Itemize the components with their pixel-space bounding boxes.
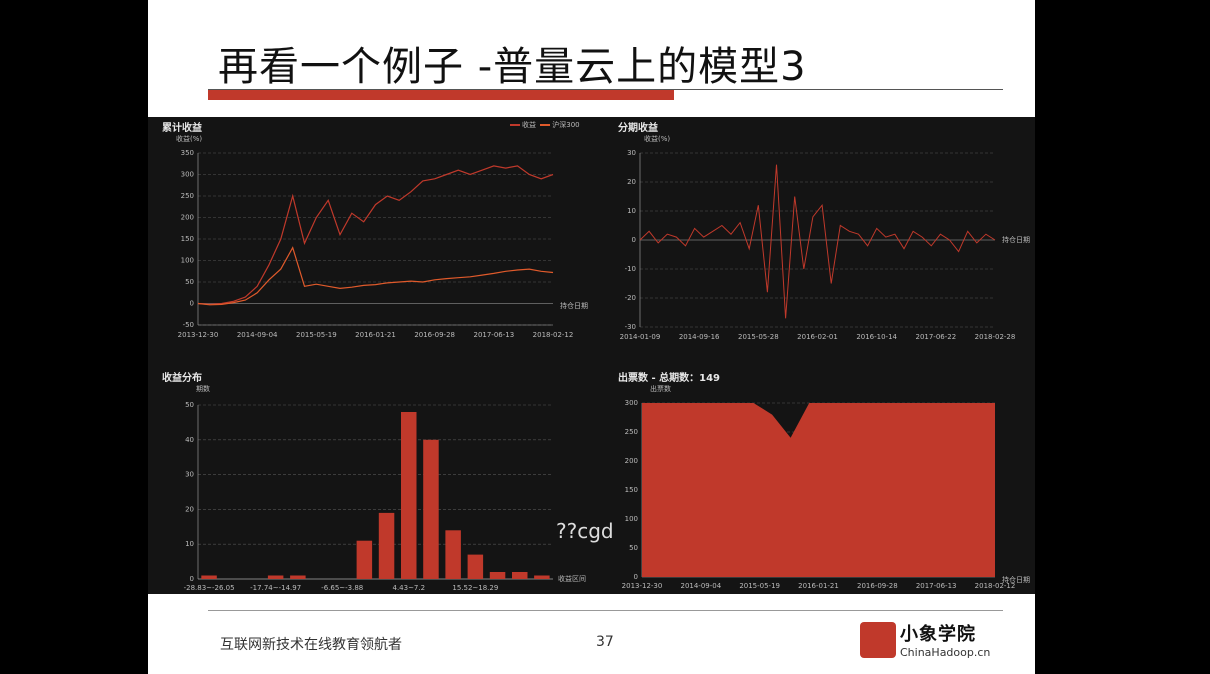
x-tick-label: 2013-12-30: [178, 331, 219, 339]
y-tick-label: 150: [181, 235, 194, 243]
y-tick-label: 0: [632, 236, 636, 244]
bar: [290, 575, 306, 579]
x-tick-label: -17.74~-14.97: [250, 584, 301, 592]
x-tick-label: 2015-05-28: [738, 333, 779, 341]
y-tick-label: -10: [625, 265, 636, 273]
page-number: 37: [596, 634, 614, 650]
x-tick-label: 2015-05-19: [739, 582, 780, 590]
logo-text-en: ChinaHadoop.cn: [900, 646, 991, 659]
y-tick-label: 40: [185, 436, 194, 444]
logo: 小象学院 ChinaHadoop.cn: [860, 620, 1000, 664]
y-tick-label: 100: [181, 257, 194, 265]
y-tick-label: 50: [185, 401, 194, 409]
y-tick-label: 10: [185, 540, 194, 548]
y-tick-label: 30: [185, 471, 194, 479]
footer-slogan: 互联网新技术在线教育领航者: [220, 637, 402, 653]
x-tick-label: 2013-12-30: [622, 582, 663, 590]
y-tick-label: -20: [625, 294, 636, 302]
panel-cumulative: 累计收益 收益 沪深300 收益(%) 持仓日期 -50 0 50 100 150 200…: [158, 117, 588, 347]
y-tick-label: 300: [181, 171, 194, 179]
x-tick-label: 2016-01-21: [355, 331, 396, 339]
bar: [401, 412, 417, 579]
x-tick-label: 2017-06-13: [916, 582, 957, 590]
y-tick-label: 0: [190, 575, 194, 583]
y-tick-label: 200: [625, 457, 638, 465]
elephant-logo-icon: [860, 622, 896, 658]
x-tick-label: -28.83~-26.05: [184, 584, 235, 592]
y-tick-label: 0: [634, 573, 638, 581]
y-tick-label: 50: [185, 278, 194, 286]
panel-tickets: 出票数 - 总期数：149 出票数 持仓日期 0 50 100 150 200 250 30…: [610, 367, 1030, 594]
bar: [378, 512, 395, 579]
x-tick-label: 2016-01-21: [798, 582, 839, 590]
x-tick-label: 4.43~7.2: [392, 584, 425, 592]
x-tick-label: 2014-09-16: [679, 333, 720, 341]
y-tick-label: -50: [183, 321, 194, 329]
y-tick-label: 10: [627, 207, 636, 215]
cumulative-chart-svg: -50 0 50 100 150 200 250 300 350 2013-12-30 2014-0…: [178, 149, 574, 339]
y-tick-label: 100: [625, 515, 638, 523]
y-tick-label: 250: [625, 428, 638, 436]
y-tick-label: 30: [627, 149, 636, 157]
slide: 再看一个例子 -普量云上的模型3 累计收益 收益 沪深300 收益(%) 持仓日…: [148, 0, 1035, 674]
x-tick-label: 2018-02-28: [975, 333, 1016, 341]
x-tick-label: 2018-02-12: [975, 582, 1016, 590]
y-tick-label: 300: [625, 399, 638, 407]
x-tick-label: 2014-09-04: [237, 331, 278, 339]
series-line-1: [197, 246, 554, 306]
bar: [489, 572, 506, 579]
y-tick-label: 200: [181, 214, 194, 222]
x-tick-label: 2014-09-04: [680, 582, 721, 590]
bar: [467, 554, 484, 579]
series-line-0: [197, 165, 554, 306]
title-accent-bar: [208, 90, 674, 100]
bar: [356, 540, 373, 579]
panel-periodic: 分期收益 收益(%) 持仓日期 -30 -20 -10 0 10 20 30 2014-01-…: [610, 117, 1030, 347]
x-tick-label: 2016-09-28: [414, 331, 455, 339]
y-tick-label: 250: [181, 192, 194, 200]
x-tick-label: 2017-06-22: [915, 333, 956, 341]
periodic-line: [639, 164, 996, 319]
bar: [445, 530, 461, 579]
distribution-chart-svg: 0 10 20 30 40 50 -28.83~-26.05 -17.74~-14.97 -6.…: [184, 401, 553, 592]
x-tick-label: 2017-06-13: [473, 331, 514, 339]
logo-text-cn: 小象学院: [900, 624, 976, 645]
x-tick-label: 15.52~18.29: [452, 584, 498, 592]
x-tick-label: 2015-05-19: [296, 331, 337, 339]
slide-title: 再看一个例子 -普量云上的模型3: [218, 44, 807, 90]
bar: [201, 575, 217, 579]
y-tick-label: 150: [625, 486, 638, 494]
y-tick-label: 0: [190, 300, 194, 308]
x-tick-label: 2016-02-01: [797, 333, 838, 341]
bar: [534, 575, 550, 579]
y-tick-label: 20: [627, 178, 636, 186]
bar: [512, 572, 528, 579]
bar: [423, 439, 439, 579]
x-tick-label: 2018-02-12: [533, 331, 574, 339]
footer-divider: [208, 610, 1003, 611]
y-tick-label: 50: [629, 544, 638, 552]
panel-distribution: 收益分布 期数 收益区间 0 10 20 30 40 50 -28.83~-26.05 -17…: [158, 367, 588, 594]
periodic-chart-svg: -30 -20 -10 0 10 20 30 2014-01-09 2014-09-16 2015…: [620, 149, 1016, 341]
x-tick-label: 2016-09-28: [857, 582, 898, 590]
y-tick-label: 20: [185, 505, 194, 513]
x-tick-label: 2016-10-14: [856, 333, 897, 341]
y-tick-label: -30: [625, 323, 636, 331]
y-tick-label: 350: [181, 149, 194, 157]
tickets-chart-svg: 0 50 100 150 200 250 300 2013-12-30 2014-09-04 20…: [622, 399, 1016, 590]
x-tick-label: 2014-01-09: [620, 333, 661, 341]
x-tick-label: -6.65~-3.88: [321, 584, 363, 592]
overlay-caption: ??cgd: [556, 519, 614, 543]
bar: [267, 575, 284, 579]
tickets-area: [642, 403, 995, 577]
